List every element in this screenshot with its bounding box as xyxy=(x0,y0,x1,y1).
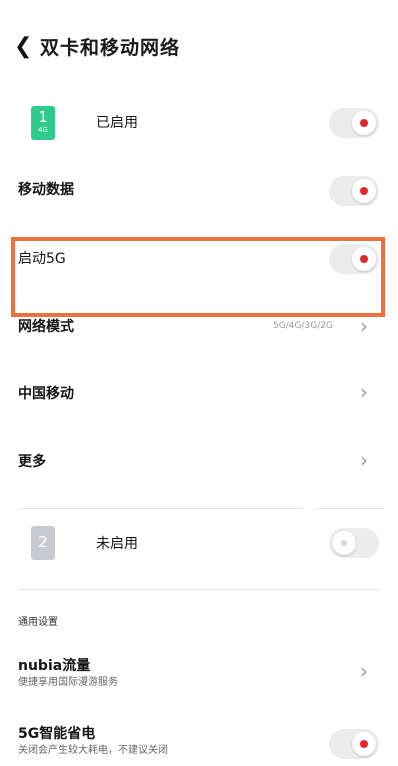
smart-5g-toggle[interactable] xyxy=(329,729,379,759)
toggle-dot xyxy=(360,740,368,748)
nubia-traffic-title[interactable]: nubia流量 xyxy=(18,656,90,676)
toggle-dot xyxy=(341,540,347,546)
carrier-label[interactable]: 中国移动 xyxy=(18,384,74,404)
more-label[interactable]: 更多 xyxy=(18,452,46,472)
toggle-knob xyxy=(332,531,356,555)
chevron-right-icon: › xyxy=(360,314,368,338)
chevron-right-icon[interactable]: › xyxy=(360,661,368,681)
highlight-box xyxy=(11,237,385,317)
back-icon[interactable]: ❮ xyxy=(14,36,32,58)
sim1-number: 1 xyxy=(38,108,48,126)
mobile-data-label: 移动数据 xyxy=(18,182,74,198)
sim1-card-icon: 1 4G xyxy=(31,106,55,140)
toggle-knob xyxy=(352,179,376,203)
divider xyxy=(314,508,384,509)
general-section-title: 通用设置 xyxy=(18,617,58,628)
toggle-dot xyxy=(360,119,368,127)
sim2-card-icon: 2 xyxy=(31,526,55,560)
network-mode-value: 5G/4G/3G/2G xyxy=(273,321,333,331)
sim1-toggle[interactable] xyxy=(329,108,379,138)
toggle-dot xyxy=(360,187,368,195)
mobile-data-toggle[interactable] xyxy=(329,176,379,206)
page-title: 双卡和移动网络 xyxy=(40,37,181,59)
sim2-toggle[interactable] xyxy=(329,528,379,558)
nubia-traffic-subtitle: 便捷享用国际漫游服务 xyxy=(18,677,118,688)
sim1-network: 4G xyxy=(38,126,48,134)
sim1-status: 已启用 xyxy=(96,115,138,131)
smart-5g-title: 5G智能省电 xyxy=(18,726,96,742)
toggle-knob xyxy=(352,732,376,756)
smart-5g-subtitle: 关闭会产生较大耗电，不建议关闭 xyxy=(18,745,168,756)
toggle-knob xyxy=(352,111,376,135)
network-mode-label[interactable]: 网络模式 xyxy=(18,317,74,337)
chevron-right-icon[interactable]: › xyxy=(360,450,368,470)
divider xyxy=(18,508,303,509)
chevron-right-icon[interactable]: › xyxy=(360,382,368,402)
sim2-status: 未启用 xyxy=(96,536,138,552)
divider xyxy=(18,589,380,590)
sim2-number: 2 xyxy=(38,533,48,551)
